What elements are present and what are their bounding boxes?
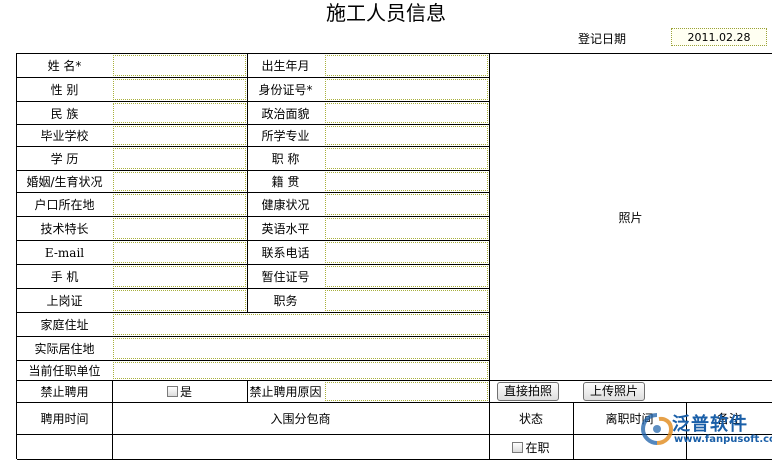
col-status: 状态 — [489, 403, 574, 435]
hukou-label: 户口所在地 — [17, 193, 113, 217]
english-input[interactable] — [324, 217, 490, 241]
major-input[interactable] — [324, 125, 490, 147]
logo-url: www.fanpusoft.com — [674, 434, 772, 445]
fanpusoft-logo: 泛普软件 www.fanpusoft.com — [640, 408, 772, 458]
school-label: 毕业学校 — [17, 125, 113, 147]
health-label: 健康状况 — [247, 193, 325, 217]
hukou-input[interactable] — [112, 193, 248, 217]
upload-photo-button[interactable]: 上传照片 — [583, 382, 645, 401]
gender-label: 性 别 — [17, 78, 113, 102]
logo-swirl-icon — [640, 413, 674, 445]
mobile-label: 手 机 — [17, 265, 113, 289]
ban-hire-cell: 是 — [112, 381, 248, 403]
political-label: 政治面貌 — [247, 102, 325, 125]
skill-label: 技术特长 — [17, 217, 113, 241]
row-hire-time[interactable] — [17, 435, 113, 460]
row-subcontractor[interactable] — [112, 435, 490, 460]
marital-label: 婚姻/生育状况 — [17, 171, 113, 193]
health-input[interactable] — [324, 193, 490, 217]
gender-input[interactable] — [112, 78, 248, 102]
home-address-label: 家庭住址 — [17, 313, 113, 337]
major-label: 所学专业 — [247, 125, 325, 147]
employed-checkbox-label: 在职 — [525, 440, 550, 455]
education-input[interactable] — [112, 147, 248, 171]
skill-input[interactable] — [112, 217, 248, 241]
certificate-label: 上岗证 — [17, 289, 113, 313]
col-subcontractor: 入围分包商 — [112, 403, 490, 435]
mobile-input[interactable] — [112, 265, 248, 289]
name-input[interactable] — [112, 54, 248, 78]
education-label: 学 历 — [17, 147, 113, 171]
birth-label: 出生年月 — [247, 54, 325, 78]
row-status: 在职 — [489, 435, 574, 460]
id-number-label: 身份证号* — [247, 78, 325, 102]
prev-employer-input[interactable] — [112, 361, 490, 381]
photo-buttons-cell: 直接拍照 上传照片 — [489, 381, 772, 403]
phone-input[interactable] — [324, 241, 490, 265]
position-input[interactable] — [324, 289, 490, 313]
logo-text: 泛普软件 — [672, 414, 748, 435]
capture-photo-button[interactable]: 直接拍照 — [497, 382, 559, 401]
ban-hire-checkbox[interactable] — [166, 386, 178, 397]
current-address-label: 实际居住地 — [17, 337, 113, 361]
id-number-input[interactable] — [324, 78, 490, 102]
ban-reason-input[interactable] — [324, 381, 490, 403]
marital-input[interactable] — [112, 171, 248, 193]
native-place-label: 籍 贯 — [247, 171, 325, 193]
register-date-field[interactable]: 2011.02.28 — [671, 28, 767, 46]
ethnicity-input[interactable] — [112, 102, 248, 125]
certificate-input[interactable] — [112, 289, 248, 313]
position-label: 职务 — [247, 289, 325, 313]
ethnicity-label: 民 族 — [17, 102, 113, 125]
birth-input[interactable] — [324, 54, 490, 78]
school-input[interactable] — [112, 125, 248, 147]
residence-permit-label: 暂住证号 — [247, 265, 325, 289]
native-place-input[interactable] — [324, 171, 490, 193]
political-input[interactable] — [324, 102, 490, 125]
register-date-label: 登记日期 — [578, 32, 627, 46]
phone-label: 联系电话 — [247, 241, 325, 265]
ban-reason-label: 禁止聘用原因 — [247, 381, 325, 403]
title-rank-input[interactable] — [324, 147, 490, 171]
photo-area: 照片 — [489, 54, 772, 381]
ban-hire-label: 禁止聘用 — [17, 381, 113, 403]
current-address-input[interactable] — [112, 337, 490, 361]
email-label: E-mail — [17, 241, 113, 265]
ban-hire-checkbox-label: 是 — [179, 385, 192, 399]
col-hire-time: 聘用时间 — [17, 403, 113, 435]
email-input[interactable] — [112, 241, 248, 265]
photo-label: 照片 — [618, 210, 643, 225]
personnel-form: 姓 名* 出生年月 照片 性 别 身份证号* 民 族 政治面貌 毕业学校 所学专… — [16, 53, 772, 460]
english-label: 英语水平 — [247, 217, 325, 241]
employed-checkbox[interactable] — [512, 441, 524, 453]
title-rank-label: 职 称 — [247, 147, 325, 171]
residence-permit-input[interactable] — [324, 265, 490, 289]
page-title: 施工人员信息 — [326, 1, 446, 25]
home-address-input[interactable] — [112, 313, 490, 337]
name-label: 姓 名* — [17, 54, 113, 78]
prev-employer-label: 当前任职单位 — [17, 361, 113, 381]
